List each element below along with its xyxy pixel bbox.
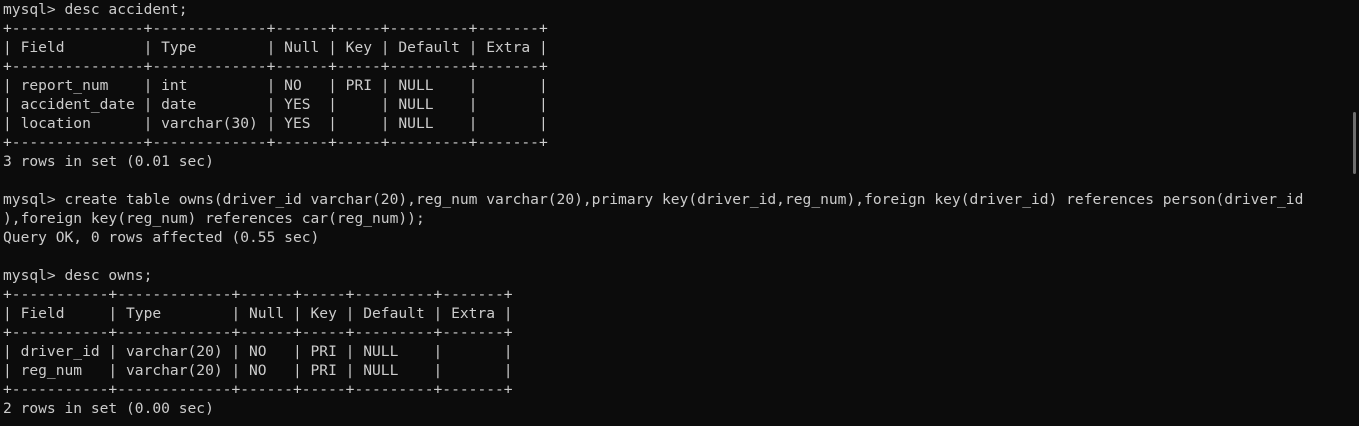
command-continuation: ),foreign key(reg_num) references car(re… [3, 210, 425, 227]
table-row: | accident_date | date | YES | | NULL | … [3, 96, 548, 113]
table-header: | Field | Type | Null | Key | Default | … [3, 305, 513, 322]
table-border: +-----------+-------------+------+-----+… [3, 381, 513, 398]
table-border: +-----------+-------------+------+-----+… [3, 324, 513, 341]
table-border: +---------------+-------------+------+--… [3, 134, 548, 151]
table-header: | Field | Type | Null | Key | Default | … [3, 39, 548, 56]
table-row: | report_num | int | NO | PRI | NULL | | [3, 77, 548, 94]
table-row: | reg_num | varchar(20) | NO | PRI | NUL… [3, 362, 513, 379]
table-row: | driver_id | varchar(20) | NO | PRI | N… [3, 343, 513, 360]
table-border: +---------------+-------------+------+--… [3, 58, 548, 75]
query-result: Query OK, 0 rows affected (0.55 sec) [3, 229, 320, 246]
result-summary: 3 rows in set (0.01 sec) [3, 153, 214, 170]
table-border: +---------------+-------------+------+--… [3, 20, 548, 37]
table-border: +-----------+-------------+------+-----+… [3, 286, 513, 303]
prompt-line: mysql> desc owns; [3, 267, 153, 284]
prompt-line: mysql> desc accident; [3, 1, 188, 18]
table-row: | location | varchar(30) | YES | | NULL … [3, 115, 548, 132]
result-summary: 2 rows in set (0.00 sec) [3, 400, 214, 417]
prompt-line: mysql> create table owns(driver_id varch… [3, 191, 1304, 208]
scrollbar-thumb[interactable] [1353, 112, 1356, 174]
terminal-output[interactable]: mysql> desc accident; +---------------+-… [3, 0, 1343, 426]
